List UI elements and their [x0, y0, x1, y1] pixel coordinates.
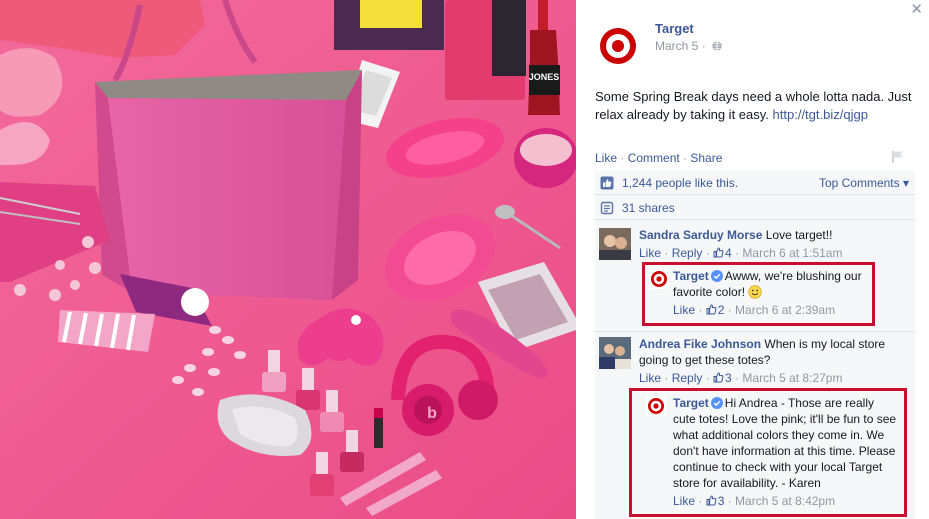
top-comments-dropdown[interactable]: Top Comments ▾	[819, 176, 909, 190]
pink-items-flatlay: JONES b	[0, 0, 576, 519]
share-button[interactable]: Share	[690, 151, 722, 165]
comment-like-button[interactable]: Like	[639, 246, 661, 260]
reply-timestamp[interactable]: March 6 at 2:39am	[735, 303, 835, 317]
thumbs-up-icon	[713, 372, 724, 383]
reply-like-button[interactable]: Like	[673, 303, 695, 317]
comment-like-button[interactable]: Like	[639, 371, 661, 385]
reply-timestamp[interactable]: March 5 at 8:42pm	[735, 494, 835, 508]
comment-button[interactable]: Comment	[628, 151, 680, 165]
thumbs-up-icon	[706, 304, 717, 315]
comment-item: Sandra Sarduy Morse Love target!! Like ·…	[599, 228, 911, 264]
post-side-panel: ✕ Target March 5 · Some Spring Break day…	[576, 0, 929, 519]
smile-emoji-icon	[748, 285, 763, 299]
separator: ·	[679, 151, 691, 165]
close-icon[interactable]: ✕	[910, 2, 923, 18]
reply-item: Target Awww, we're blushing our favorite …	[649, 269, 869, 321]
avatar[interactable]	[599, 337, 631, 369]
thumbs-up-icon	[713, 247, 724, 258]
comment-like-count[interactable]: 3	[725, 371, 732, 385]
page-name-link[interactable]: Target	[655, 21, 694, 36]
reply-like-button[interactable]: Like	[673, 494, 695, 508]
likes-summary-row: 1,244 people like this. Top Comments ▾	[595, 171, 915, 195]
comment-body: Andrea Fike Johnson When is my local sto…	[639, 336, 909, 386]
comment-item: Andrea Fike Johnson When is my local sto…	[599, 337, 911, 389]
reply-body: Target Hi Andrea - Those are really cute …	[673, 395, 899, 509]
share-icon	[600, 201, 614, 215]
soda-label: JONES	[529, 72, 560, 82]
separator: ·	[617, 151, 628, 165]
headphones-logo: b	[427, 405, 437, 422]
globe-icon[interactable]	[712, 41, 722, 51]
reply-author-link[interactable]: Target	[673, 396, 709, 410]
feedback-section: 1,244 people like this. Top Comments ▾ 3…	[595, 171, 915, 519]
comment-meta: Like · Reply · 4 · March 6 at 1:51am	[639, 246, 843, 260]
comment-divider	[595, 331, 915, 332]
like-button[interactable]: Like	[595, 151, 617, 165]
target-logo-avatar[interactable]	[598, 26, 638, 66]
reply-item: Target Hi Andrea - Those are really cute …	[646, 396, 898, 512]
target-reply-avatar[interactable]	[649, 269, 669, 289]
comment-like-count[interactable]: 4	[725, 246, 732, 260]
comment-body: Sandra Sarduy Morse Love target!! Like ·…	[639, 227, 909, 261]
shares-row: 31 shares	[595, 196, 915, 220]
flag-icon[interactable]	[891, 150, 905, 164]
reply-author-link[interactable]: Target	[673, 269, 709, 283]
post-timestamp: March 5 ·	[655, 39, 722, 53]
reply-text: Hi Andrea - Those are really cute totes!…	[673, 396, 897, 490]
reply-body: Target Awww, we're blushing our favorite …	[673, 268, 871, 318]
reply-like-count[interactable]: 2	[718, 303, 725, 317]
comment-author-link[interactable]: Andrea Fike Johnson	[639, 337, 761, 351]
separator: ·	[698, 39, 710, 53]
comment-text: Love target!!	[765, 228, 833, 242]
post-date-text[interactable]: March 5	[655, 39, 698, 53]
shares-count-link[interactable]: 31 shares	[622, 201, 675, 215]
reply-meta: Like · 3 · March 5 at 8:42pm	[673, 494, 836, 508]
comment-reply-button[interactable]: Reply	[672, 371, 703, 385]
post-photo[interactable]: JONES b	[0, 0, 576, 519]
comment-author-link[interactable]: Sandra Sarduy Morse	[639, 228, 762, 242]
comment-timestamp[interactable]: March 5 at 8:27pm	[742, 371, 842, 385]
post-link[interactable]: http://tgt.biz/qjgp	[773, 107, 868, 122]
likes-count-link[interactable]: 1,244 people like this.	[622, 176, 738, 190]
post-message: Some Spring Break days need a whole lott…	[595, 88, 920, 124]
comment-reply-button[interactable]: Reply	[672, 246, 703, 260]
verified-badge-icon	[710, 397, 723, 409]
thumbs-up-icon	[600, 176, 614, 190]
post-actions: Like · Comment · Share	[595, 151, 722, 165]
comment-meta: Like · Reply · 3 · March 5 at 8:27pm	[639, 371, 843, 385]
reply-meta: Like · 2 · March 6 at 2:39am	[673, 303, 836, 317]
thumbs-up-icon	[706, 495, 717, 506]
verified-badge-icon	[710, 270, 723, 282]
avatar[interactable]	[599, 228, 631, 260]
target-reply-avatar[interactable]	[646, 396, 666, 416]
reply-like-count[interactable]: 3	[718, 494, 725, 508]
comment-timestamp[interactable]: March 6 at 1:51am	[742, 246, 842, 260]
